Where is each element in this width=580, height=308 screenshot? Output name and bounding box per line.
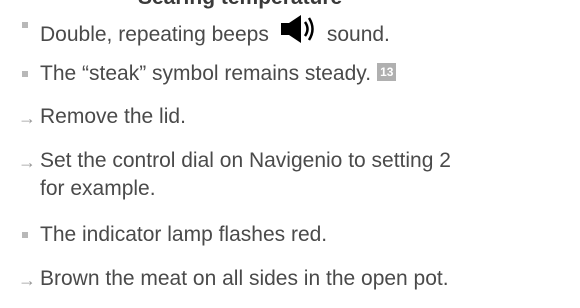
result-text: The “steak” symbol remains steady.: [40, 62, 372, 85]
arrow-right-icon: →: [18, 152, 36, 172]
action-text: Brown the meat on all sides in the open …: [40, 267, 449, 290]
result-text-suffix: sound.: [326, 23, 390, 47]
action-text: Set the control dial on Navigenio to set…: [40, 149, 451, 172]
action-text-continued: for example.: [40, 177, 156, 200]
arrow-right-icon: →: [18, 270, 36, 290]
result-text: The indicator lamp flashes red.: [40, 223, 328, 246]
arrow-right-icon: →: [18, 108, 36, 128]
speaker-icon: [277, 9, 317, 56]
bullet-icon: [22, 71, 28, 77]
action-text: Remove the lid.: [40, 105, 186, 128]
bullet-icon: [22, 232, 28, 238]
bullet-icon: [22, 22, 28, 28]
result-text: Double, repeating beeps: [40, 23, 269, 47]
figure-reference-badge: 13: [377, 63, 397, 82]
